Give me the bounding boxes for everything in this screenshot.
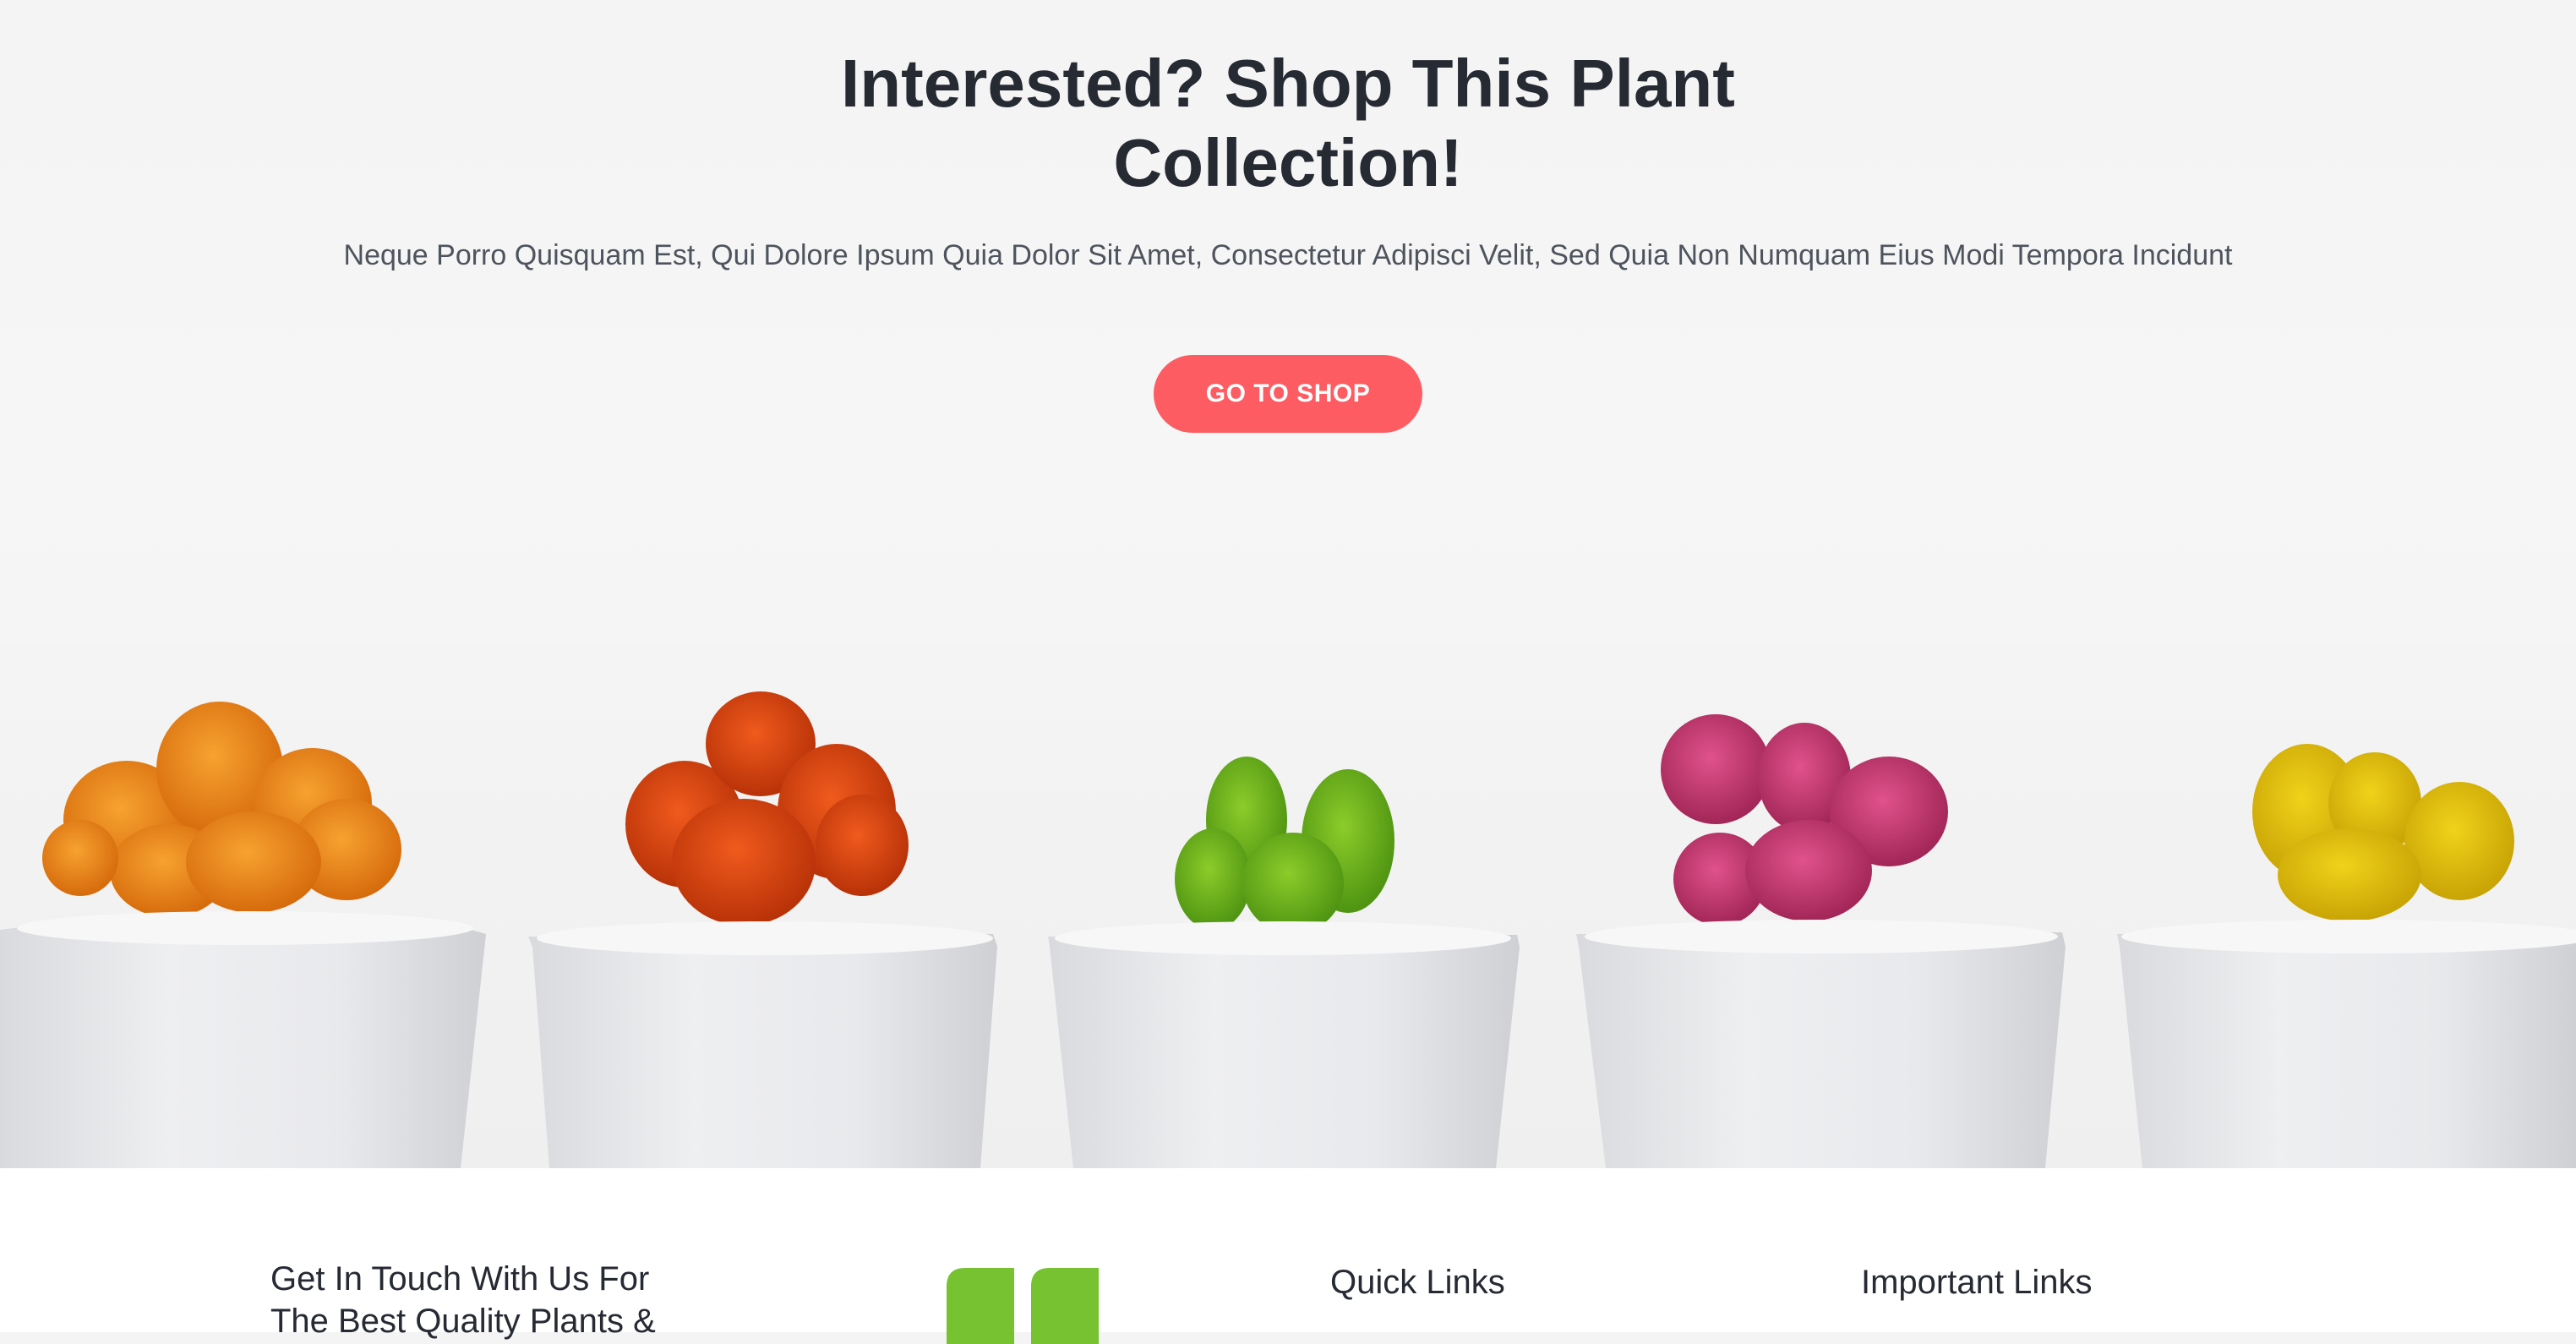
important-links-title: Important Links: [1861, 1264, 2093, 1301]
quick-links-title: Quick Links: [1330, 1264, 1505, 1301]
hero-title-line1: Interested? Shop This Plant: [841, 46, 1735, 121]
touch-line2: The Best Quality Plants &: [270, 1303, 656, 1340]
hero-title-line2: Collection!: [1113, 125, 1463, 200]
cactus-pots-image: [0, 642, 2576, 1168]
get-in-touch-text: Get In Touch With Us For The Best Qualit…: [270, 1258, 710, 1342]
hero-title: Interested? Shop This Plant Collection!: [0, 44, 2576, 203]
go-to-shop-button[interactable]: GO TO SHOP: [1154, 355, 1422, 433]
touch-line1: Get In Touch With Us For: [270, 1260, 650, 1298]
footer: Get In Touch With Us For The Best Qualit…: [0, 1168, 2576, 1344]
hero-section: Interested? Shop This Plant Collection! …: [0, 0, 2576, 1168]
leaf-logo-icon[interactable]: [947, 1268, 1099, 1344]
hero-subtitle: Neque Porro Quisquam Est, Qui Dolore Ips…: [343, 239, 2233, 271]
